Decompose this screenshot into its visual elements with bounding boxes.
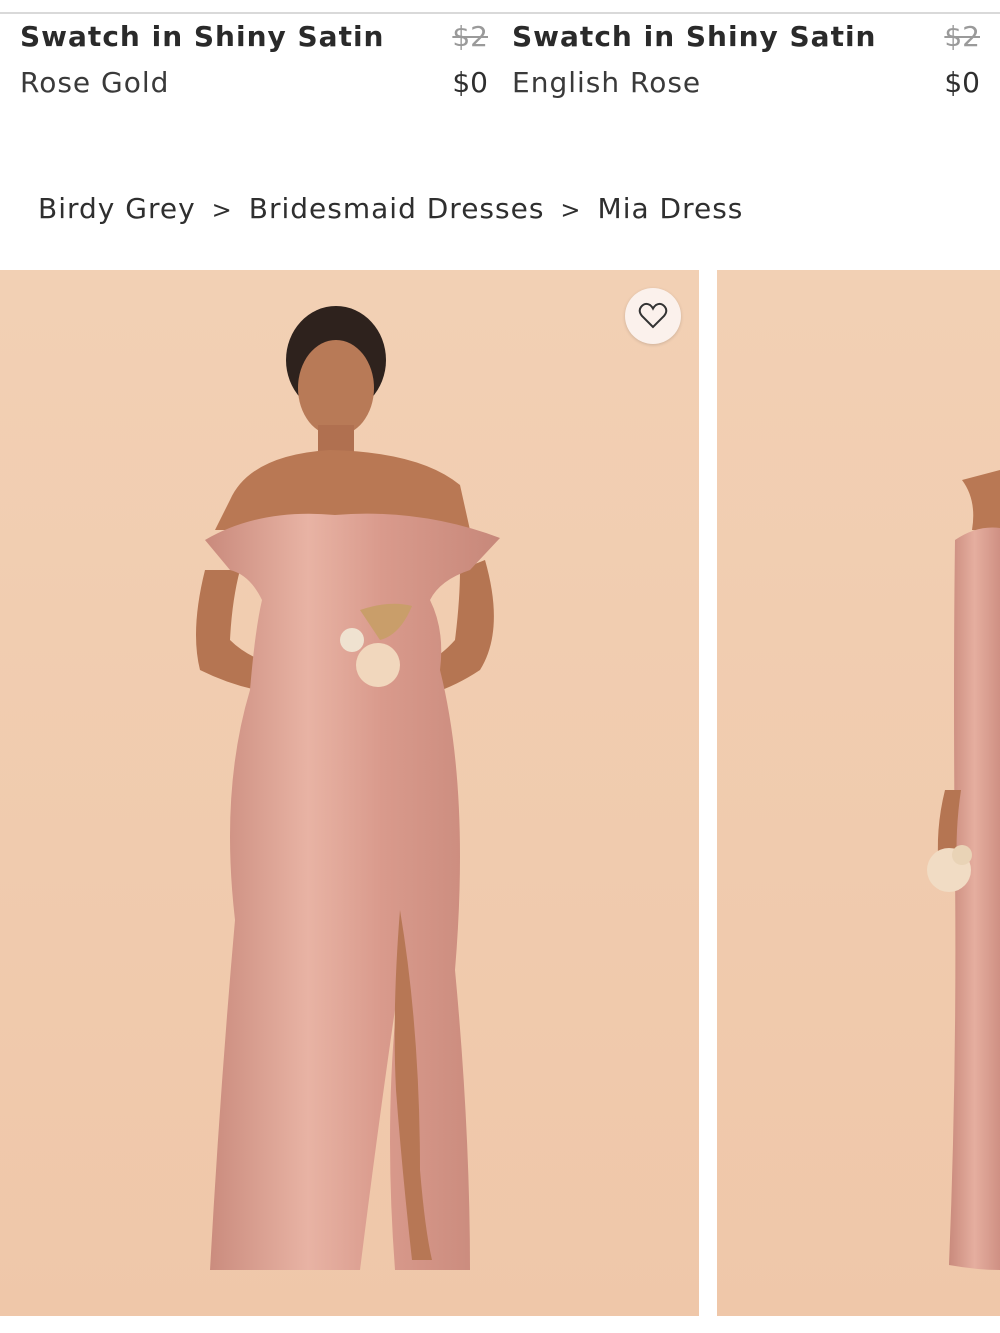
model-side-view-illustration [927,470,1000,1270]
swatch-sale-price: $0 [944,66,980,99]
swatch-original-price: $2 [944,20,980,53]
heart-outline-icon [638,302,668,329]
swatch-title: Swatch in Shiny Satin [512,20,877,53]
swatch-color-name: Rose Gold [20,66,170,99]
favorite-button[interactable] [625,288,681,344]
swatch-sale-price: $0 [452,66,488,99]
product-image-main[interactable] [0,270,699,1316]
top-divider [0,12,1000,14]
swatch-title: Swatch in Shiny Satin [20,20,385,53]
swatch-color-name: English Rose [512,66,702,99]
swatch-item-english-rose[interactable]: Swatch in Shiny Satin English Rose $2 $0 [512,20,980,110]
product-image-secondary[interactable] [717,270,1000,1316]
swatch-original-price: $2 [452,20,488,53]
breadcrumb-separator: > [560,196,582,224]
breadcrumb-link-birdy-grey[interactable]: Birdy Grey [38,192,196,225]
breadcrumb-separator: > [211,196,233,224]
breadcrumb: Birdy Grey > Bridesmaid Dresses > Mia Dress [38,192,743,225]
breadcrumb-link-bridesmaid-dresses[interactable]: Bridesmaid Dresses [249,192,545,225]
swatch-item-rose-gold[interactable]: Swatch in Shiny Satin Rose Gold $2 $0 [20,20,488,110]
breadcrumb-current-page: Mia Dress [597,192,744,225]
model-in-dress-illustration [196,306,500,1270]
